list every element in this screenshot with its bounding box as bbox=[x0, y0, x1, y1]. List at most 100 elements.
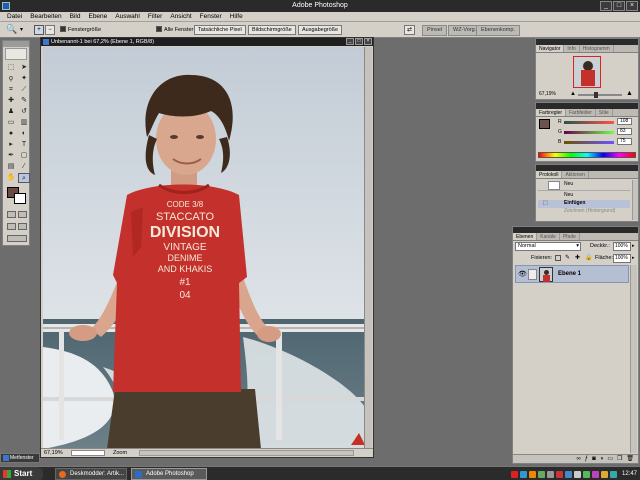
tab-aktionen[interactable]: Aktionen bbox=[562, 171, 589, 178]
tray-icon-12[interactable] bbox=[609, 470, 617, 478]
document-vertical-scrollbar[interactable] bbox=[364, 47, 372, 449]
layer-thumbnail[interactable] bbox=[539, 267, 553, 282]
opacity-chevron-icon[interactable]: ▸ bbox=[632, 243, 635, 249]
channel-g-slider[interactable] bbox=[564, 131, 614, 134]
actual-pixels-button[interactable]: Tatsächliche Pixel bbox=[194, 25, 246, 35]
minimized-window[interactable]: Metfenster bbox=[0, 453, 40, 463]
menu-fenster[interactable]: Fenster bbox=[196, 12, 226, 21]
doc-close-button[interactable]: × bbox=[364, 38, 372, 45]
type-tool-icon[interactable]: T bbox=[18, 140, 30, 150]
layers-scrollbar[interactable] bbox=[630, 265, 637, 453]
menu-hilfe[interactable]: Hilfe bbox=[226, 12, 247, 21]
well-tab-pinsel[interactable]: Pinsel bbox=[422, 25, 447, 36]
channel-b-value[interactable]: 75 bbox=[617, 138, 632, 145]
adobe-online-icon[interactable] bbox=[5, 48, 27, 60]
history-brush-source-icon[interactable]: ⬚ bbox=[543, 200, 548, 206]
tab-navigator[interactable]: Navigator bbox=[536, 45, 565, 52]
minimize-button[interactable]: _ bbox=[600, 1, 612, 11]
menu-datei[interactable]: Datei bbox=[3, 12, 26, 21]
lock-transparency-icon[interactable] bbox=[555, 255, 561, 261]
color-spectrum-bar[interactable] bbox=[538, 152, 636, 158]
resize-windows-checkbox[interactable]: Fenstergröße bbox=[60, 26, 101, 34]
channel-b-slider[interactable] bbox=[564, 141, 614, 144]
menu-auswahl[interactable]: Auswahl bbox=[111, 12, 144, 21]
tab-info[interactable]: Info bbox=[564, 45, 580, 52]
history-item-active[interactable]: ⬚ Einfügen bbox=[538, 200, 630, 208]
delete-layer-icon[interactable]: 🗑 bbox=[626, 455, 634, 463]
quick-mask-icon[interactable] bbox=[18, 211, 27, 218]
taskbar-item-deskmodder[interactable]: Deskmodder: Artik... bbox=[55, 468, 127, 480]
tool-preset-arrow-icon[interactable]: ▾ bbox=[20, 26, 23, 33]
palette-well-icon[interactable]: ⇄ bbox=[404, 25, 415, 35]
navigator-thumbnail[interactable] bbox=[573, 56, 601, 88]
tray-icon-1[interactable] bbox=[510, 470, 518, 478]
start-button[interactable]: Start bbox=[0, 467, 43, 480]
slice-tool-icon[interactable]: ⟋ bbox=[18, 85, 30, 95]
channel-g-value[interactable]: 83 bbox=[617, 128, 632, 135]
healing-brush-tool-icon[interactable]: ✚ bbox=[5, 96, 17, 106]
history-brush-tool-icon[interactable]: ↺ bbox=[18, 107, 30, 117]
blur-tool-icon[interactable]: ● bbox=[5, 129, 17, 139]
zoom-all-windows-checkbox[interactable]: Alle Fenster bbox=[156, 26, 193, 34]
document-horizontal-scrollbar[interactable] bbox=[139, 450, 354, 456]
background-color-swatch[interactable] bbox=[14, 193, 26, 204]
taskbar-item-photoshop[interactable]: Adobe Photoshop bbox=[131, 468, 207, 480]
tray-icon-2[interactable] bbox=[519, 470, 527, 478]
lasso-tool-icon[interactable]: ϙ bbox=[5, 74, 17, 84]
tab-histogramm[interactable]: Histogramm bbox=[580, 45, 614, 52]
zoom-in-icon[interactable]: + bbox=[34, 25, 44, 35]
tray-icon-3[interactable] bbox=[528, 470, 536, 478]
lock-image-icon[interactable]: ✎ bbox=[565, 254, 570, 261]
fill-chevron-icon[interactable]: ▸ bbox=[632, 255, 635, 261]
doc-maximize-button[interactable]: □ bbox=[355, 38, 363, 45]
new-group-icon[interactable]: ▭ bbox=[607, 455, 613, 463]
tab-stile[interactable]: Stile bbox=[596, 109, 613, 116]
history-scrollbar[interactable] bbox=[632, 180, 638, 220]
navigator-slider-thumb[interactable] bbox=[594, 92, 598, 98]
layer-link-slot[interactable] bbox=[528, 269, 537, 280]
tab-kanaele[interactable]: Kanäle bbox=[537, 233, 560, 240]
clone-stamp-tool-icon[interactable]: ♟ bbox=[5, 107, 17, 117]
menu-bearbeiten[interactable]: Bearbeiten bbox=[26, 12, 65, 21]
lock-all-icon[interactable]: 🔒 bbox=[585, 254, 592, 261]
link-layers-icon[interactable]: ∞ bbox=[576, 455, 580, 463]
pen-tool-icon[interactable]: ✒ bbox=[5, 151, 17, 161]
print-size-button[interactable]: Ausgabegröße bbox=[298, 25, 343, 35]
eraser-tool-icon[interactable]: ▭ bbox=[5, 118, 17, 128]
menu-ebene[interactable]: Ebene bbox=[84, 12, 111, 21]
magic-wand-tool-icon[interactable]: ✦ bbox=[18, 74, 30, 84]
fit-screen-button[interactable]: Bildschirmgröße bbox=[248, 25, 296, 35]
document-zoom-field[interactable]: 67,19% bbox=[44, 449, 63, 457]
opacity-input[interactable]: 100% bbox=[613, 242, 631, 251]
layer-mask-icon[interactable]: ◙ bbox=[592, 455, 596, 463]
tray-icon-9[interactable] bbox=[582, 470, 590, 478]
channel-r-value[interactable]: 108 bbox=[617, 118, 632, 125]
marquee-tool-icon[interactable]: ⬚ bbox=[5, 63, 17, 73]
tab-ebenen[interactable]: Ebenen bbox=[513, 233, 538, 240]
tab-farbfelder[interactable]: Farbfelder bbox=[566, 109, 596, 116]
tray-icon-11[interactable] bbox=[600, 470, 608, 478]
new-layer-icon[interactable]: ❐ bbox=[617, 455, 622, 463]
zoom-tool-icon[interactable]: 🔍 bbox=[6, 24, 17, 35]
standard-mode-icon[interactable] bbox=[7, 211, 16, 218]
dodge-tool-icon[interactable]: ◐ bbox=[18, 129, 30, 139]
close-button[interactable]: × bbox=[626, 1, 638, 11]
tools-palette-header[interactable] bbox=[3, 41, 29, 47]
brush-tool-icon[interactable]: ✎ bbox=[18, 96, 30, 106]
tray-icon-7[interactable] bbox=[564, 470, 572, 478]
zoom-tool-icon-active[interactable]: ⌕ bbox=[18, 173, 30, 183]
menu-bild[interactable]: Bild bbox=[66, 12, 85, 21]
channel-r-slider[interactable] bbox=[564, 121, 614, 124]
shape-tool-icon[interactable]: ▢ bbox=[18, 151, 30, 161]
navigator-zoom-value[interactable]: 67,19% bbox=[539, 91, 556, 97]
color-panel-fg-swatch[interactable] bbox=[539, 119, 550, 129]
move-tool-icon[interactable]: ➤ bbox=[18, 63, 30, 73]
layer-visibility-eye-icon[interactable]: 👁 bbox=[518, 270, 527, 278]
menu-ansicht[interactable]: Ansicht bbox=[166, 12, 195, 21]
crop-tool-icon[interactable]: ⌗ bbox=[5, 85, 17, 95]
eyedropper-tool-icon[interactable]: ⁄ bbox=[18, 162, 30, 172]
gradient-tool-icon[interactable]: ▥ bbox=[18, 118, 30, 128]
layer-name[interactable]: Ebene 1 bbox=[558, 271, 581, 277]
zoom-out-icon[interactable]: − bbox=[45, 25, 55, 35]
tab-protokoll[interactable]: Protokoll bbox=[536, 171, 563, 178]
